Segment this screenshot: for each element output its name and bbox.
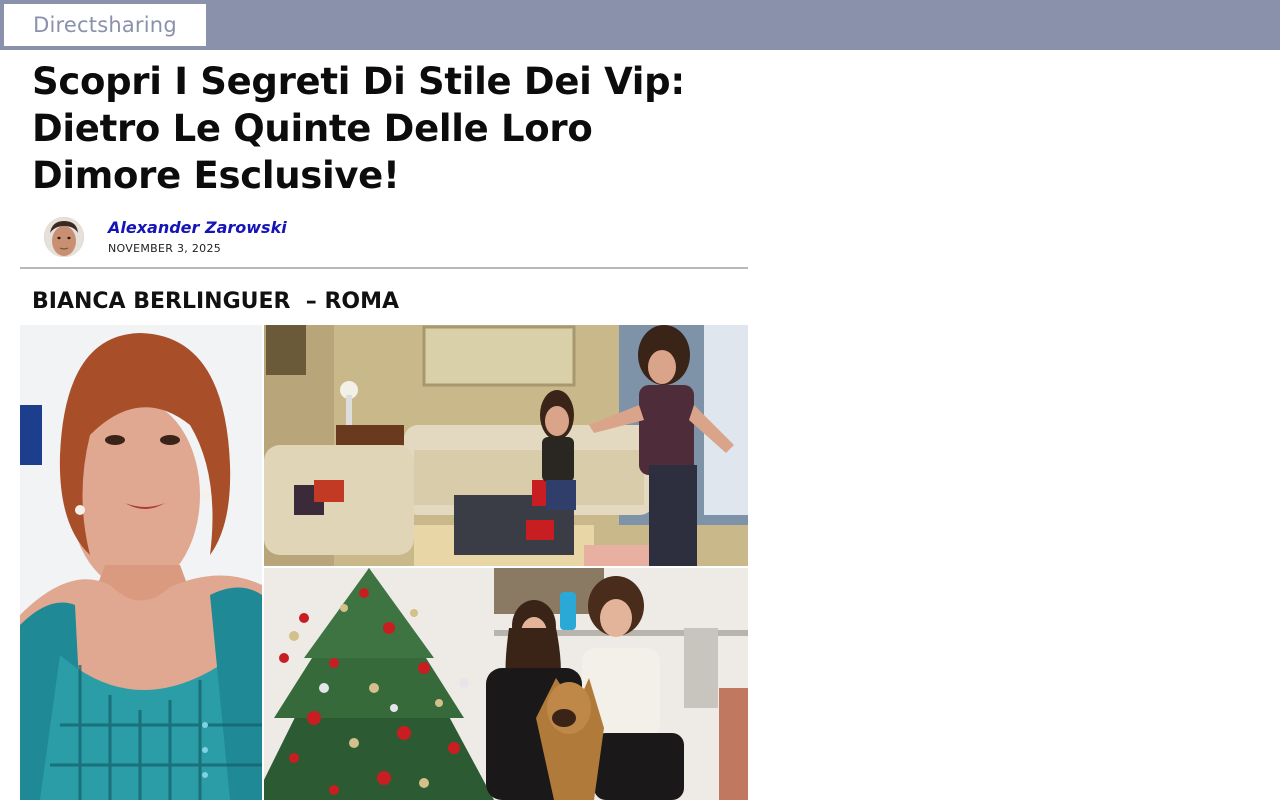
woman-portrait-photo (20, 325, 262, 800)
christmas-tree-photo (264, 568, 748, 800)
publish-date: NOVEMBER 3, 2025 (108, 242, 222, 255)
site-header: Directsharing (0, 0, 1280, 50)
divider (20, 267, 748, 269)
article-title: Scopri I Segreti Di Stile Dei Vip: Dietr… (32, 60, 685, 197)
author-name-link[interactable]: Alexander Zarowski (108, 218, 287, 237)
brand-logo-link[interactable]: Directsharing (4, 4, 206, 46)
section-heading: BIANCA BERLINGUER – ROMA (32, 289, 400, 314)
author-avatar[interactable] (44, 217, 84, 257)
living-room-photo (264, 325, 748, 566)
